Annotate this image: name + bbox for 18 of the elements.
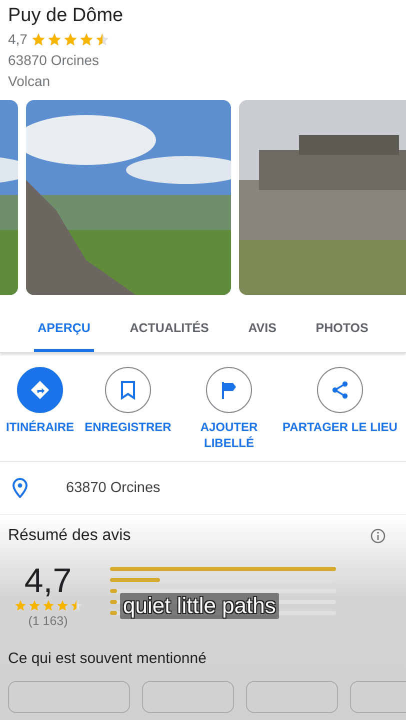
- tab[interactable]: PHOTOS: [312, 315, 372, 352]
- place-category: Volcan: [8, 72, 52, 91]
- tab[interactable]: APERÇU: [34, 315, 94, 352]
- section-title: Ce qui est souvent mentionné: [8, 650, 208, 667]
- place-title: Puy de Dôme: [8, 4, 124, 28]
- review-count: (1 163): [28, 614, 68, 628]
- address-text[interactable]: 63870 Orcines: [66, 480, 160, 496]
- action-button[interactable]: PARTAGER LE LIEU: [282, 367, 398, 451]
- action-button[interactable]: ITINÉRAIRE: [0, 367, 80, 451]
- video-caption: quiet little paths: [120, 593, 279, 619]
- rating-value: 4,7: [8, 30, 28, 49]
- section-title: Résumé des avis: [8, 527, 131, 545]
- tab[interactable]: AVIS: [244, 315, 280, 352]
- action-button[interactable]: AJOUTER LIBELLÉ: [176, 367, 282, 451]
- tab[interactable]: ACTUALITÉS: [126, 315, 213, 352]
- action-button[interactable]: ENREGISTRER: [80, 367, 176, 451]
- place-address: 63870 Orcines: [8, 51, 100, 70]
- average-rating: 4,7: [24, 563, 72, 599]
